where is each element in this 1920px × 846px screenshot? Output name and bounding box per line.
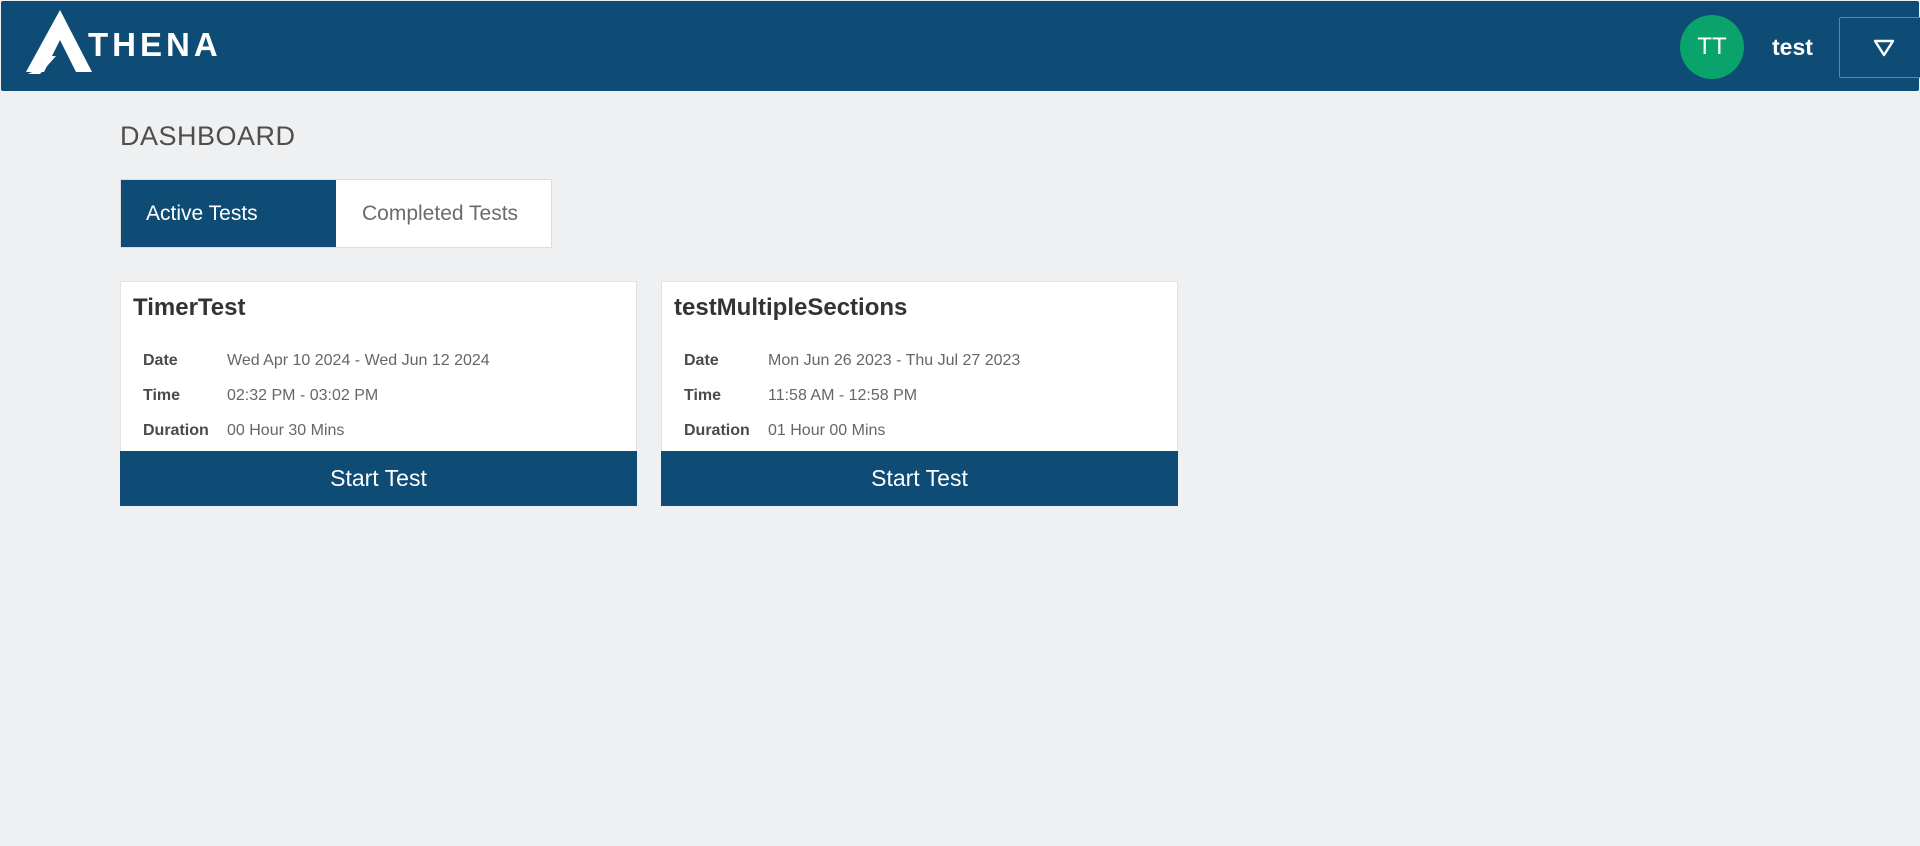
avatar[interactable]: TT xyxy=(1680,15,1744,79)
tab-active-tests[interactable]: Active Tests xyxy=(121,180,336,247)
start-test-button[interactable]: Start Test xyxy=(120,451,637,506)
date-row: Date Mon Jun 26 2023 - Thu Jul 27 2023 xyxy=(684,352,1020,370)
triangle-down-icon xyxy=(1873,39,1895,56)
test-tabs: Active Tests Completed Tests xyxy=(120,179,552,248)
duration-label: Duration xyxy=(684,422,750,439)
duration-row: Duration 00 Hour 30 Mins xyxy=(143,422,344,440)
time-label: Time xyxy=(684,387,722,404)
duration-row: Duration 01 Hour 00 Mins xyxy=(684,422,885,440)
test-card: testMultipleSections Date Mon Jun 26 202… xyxy=(661,281,1178,506)
time-label: Time xyxy=(143,387,181,404)
time-row: Time 02:32 PM - 03:02 PM xyxy=(143,387,378,405)
date-label: Date xyxy=(143,352,178,369)
tab-label: Active Tests xyxy=(146,201,258,225)
logo-text: THENA xyxy=(88,26,222,63)
date-label: Date xyxy=(684,352,719,369)
time-value: 02:32 PM - 03:02 PM xyxy=(227,387,379,404)
date-value: Mon Jun 26 2023 - Thu Jul 27 2023 xyxy=(768,352,1021,369)
avatar-initials: TT xyxy=(1697,33,1727,60)
logo-a-icon xyxy=(26,10,92,74)
username[interactable]: test xyxy=(1772,34,1813,61)
time-value: 11:58 AM - 12:58 PM xyxy=(768,387,918,404)
test-title: testMultipleSections xyxy=(674,294,908,321)
test-card: TimerTest Date Wed Apr 10 2024 - Wed Jun… xyxy=(120,281,637,506)
time-row: Time 11:58 AM - 12:58 PM xyxy=(684,387,917,405)
user-menu-dropdown-button[interactable] xyxy=(1839,17,1920,78)
duration-value: 01 Hour 00 Mins xyxy=(768,422,886,439)
test-title: TimerTest xyxy=(133,294,246,321)
date-value: Wed Apr 10 2024 - Wed Jun 12 2024 xyxy=(227,352,490,369)
page-title: DASHBOARD xyxy=(120,121,296,151)
athena-logo[interactable]: THENA xyxy=(26,10,222,74)
duration-label: Duration xyxy=(143,422,209,439)
start-test-button[interactable]: Start Test xyxy=(661,451,1178,506)
tab-label: Completed Tests xyxy=(362,201,519,225)
duration-value: 00 Hour 30 Mins xyxy=(227,422,345,439)
top-navbar: THENA TT test xyxy=(1,1,1920,91)
date-row: Date Wed Apr 10 2024 - Wed Jun 12 2024 xyxy=(143,352,490,370)
tab-completed-tests[interactable]: Completed Tests xyxy=(336,180,551,247)
